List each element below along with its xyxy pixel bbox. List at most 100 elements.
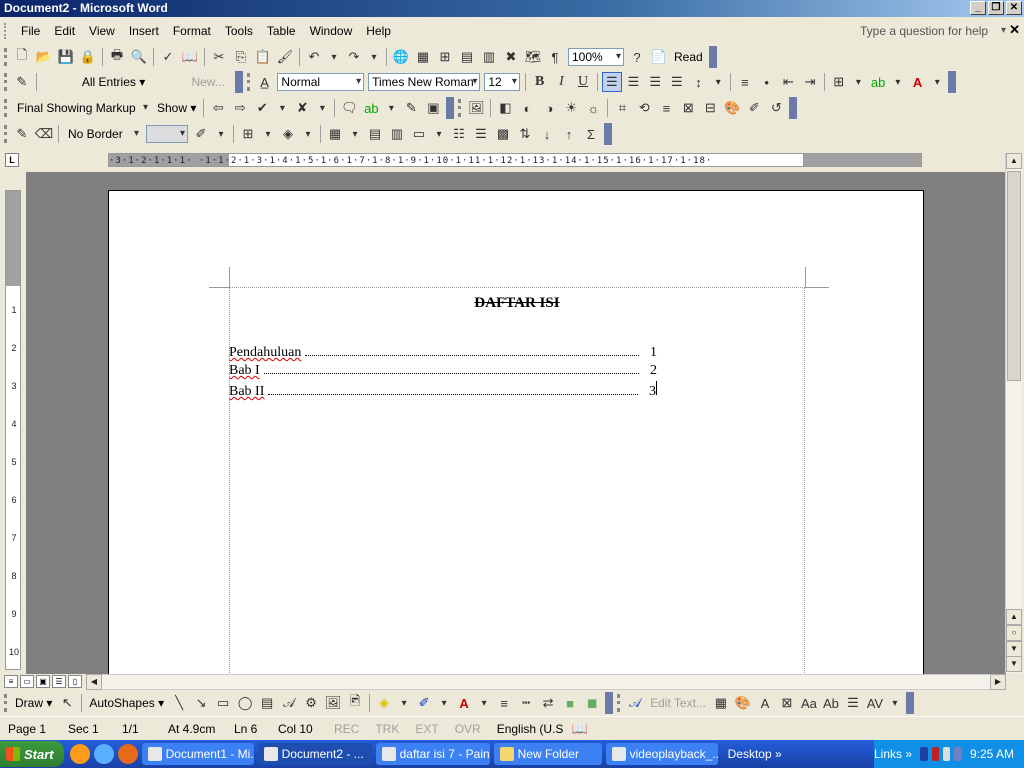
font-size-select[interactable]: 12: [484, 73, 520, 91]
font-color-icon[interactable]: A: [454, 693, 474, 713]
toc-entry[interactable]: Pendahuluan 1: [229, 345, 657, 363]
markup-select[interactable]: Final Showing Markup: [13, 99, 151, 117]
chevron-down-icon[interactable]: ▾: [476, 693, 492, 713]
previous-change-icon[interactable]: ⇦: [208, 98, 228, 118]
cut-icon[interactable]: ✂: [209, 47, 229, 67]
tray-app-icon[interactable]: [931, 747, 939, 761]
sort-ascending-icon[interactable]: ↓: [537, 124, 557, 144]
chevron-down-icon[interactable]: ▾: [887, 693, 903, 713]
chevron-down-icon[interactable]: ▾: [396, 693, 412, 713]
highlight-icon[interactable]: ab: [868, 72, 888, 92]
start-button[interactable]: Start: [0, 741, 64, 767]
menu-table[interactable]: Table: [260, 21, 303, 41]
chevron-down-icon[interactable]: ▾: [383, 98, 399, 118]
styles-formatting-icon[interactable]: A̲: [255, 72, 275, 92]
scroll-left-button[interactable]: ◀: [86, 674, 102, 690]
show-hide-icon[interactable]: ¶: [545, 47, 565, 67]
autotext-entries-button[interactable]: All Entries ▾: [40, 75, 188, 89]
align-right-icon[interactable]: ☰: [645, 72, 665, 92]
numbering-icon[interactable]: ≡: [735, 72, 755, 92]
brightness-down-icon[interactable]: ☼: [583, 98, 603, 118]
quicklaunch-ie-icon[interactable]: [93, 744, 114, 764]
restore-button[interactable]: ❐: [988, 1, 1004, 15]
research-icon[interactable]: 📖: [180, 47, 200, 67]
text-wrapping-icon[interactable]: ⊠: [777, 693, 797, 713]
tables-borders-icon[interactable]: ▦: [413, 47, 433, 67]
document-map-icon[interactable]: 🗺: [523, 47, 543, 67]
toolbar-options[interactable]: [789, 97, 798, 119]
merge-cells-icon[interactable]: ▤: [365, 124, 385, 144]
scroll-down-button[interactable]: ▼: [1006, 656, 1022, 672]
table-autoformat-icon[interactable]: ▩: [493, 124, 513, 144]
chevron-down-icon[interactable]: ▾: [260, 124, 276, 144]
outside-border-icon[interactable]: ⊞: [238, 124, 258, 144]
bullets-icon[interactable]: •: [757, 72, 777, 92]
chevron-down-icon[interactable]: ▾: [929, 72, 945, 92]
border-style-select[interactable]: No Border: [64, 125, 142, 143]
color-icon[interactable]: ◧: [495, 98, 515, 118]
line-style-icon[interactable]: ≡: [494, 693, 514, 713]
arrow-style-icon[interactable]: ⇄: [538, 693, 558, 713]
menu-file[interactable]: File: [14, 21, 47, 41]
tab-selector-button[interactable]: L: [5, 153, 19, 167]
document-heading[interactable]: DAFTAR ISI: [109, 295, 925, 312]
taskbar-task[interactable]: daftar isi 7 - Paint: [375, 743, 490, 765]
menu-format[interactable]: Format: [166, 21, 218, 41]
scroll-thumb[interactable]: [1007, 171, 1021, 381]
align-cell-icon[interactable]: ▭: [409, 124, 429, 144]
chevron-down-icon[interactable]: ▾: [366, 47, 382, 67]
toolbar-options[interactable]: [605, 692, 614, 714]
status-language[interactable]: English (U.S: [489, 722, 569, 736]
taskbar-task[interactable]: videoplayback_...: [605, 743, 718, 765]
chevron-down-icon[interactable]: ▾: [890, 72, 906, 92]
status-extend[interactable]: EXT: [407, 722, 446, 736]
rotate-icon[interactable]: ⟲: [634, 98, 654, 118]
text-box-icon[interactable]: ▤: [257, 693, 277, 713]
toolbar-options[interactable]: [905, 692, 914, 714]
text-direction-icon[interactable]: ⇅: [515, 124, 535, 144]
document-close-button[interactable]: ✕: [1009, 22, 1020, 38]
menu-tools[interactable]: Tools: [218, 21, 260, 41]
autotext-icon[interactable]: ✎: [12, 72, 32, 92]
draw-menu-button[interactable]: Draw ▾: [11, 696, 56, 710]
compress-icon[interactable]: ⊠: [678, 98, 698, 118]
shading-color-icon[interactable]: ◈: [278, 124, 298, 144]
diagram-icon[interactable]: ⚙: [301, 693, 321, 713]
vertical-text-icon[interactable]: Ab: [821, 693, 841, 713]
arrow-icon[interactable]: ↘: [191, 693, 211, 713]
zoom-select[interactable]: 100%: [568, 48, 624, 66]
chevron-down-icon[interactable]: ▾: [710, 72, 726, 92]
horizontal-ruler[interactable]: ·3·1·2·1·1·1· ·1·1·2·1·3·1·4·1·5·1·6·1·7…: [108, 153, 922, 167]
increase-indent-icon[interactable]: ⇥: [800, 72, 820, 92]
scroll-up-button[interactable]: ▲: [1006, 153, 1022, 169]
decrease-indent-icon[interactable]: ⇤: [779, 72, 799, 92]
quicklaunch-firefox-icon[interactable]: [117, 744, 138, 764]
track-changes-icon[interactable]: ✎: [401, 98, 421, 118]
taskbar-task[interactable]: Document1 - Mi...: [141, 743, 254, 765]
clock[interactable]: 9:25 AM: [964, 747, 1014, 761]
chevron-down-icon[interactable]: ▾: [851, 72, 867, 92]
scroll-right-button[interactable]: ▶: [990, 674, 1006, 690]
set-transparent-icon[interactable]: ✐: [744, 98, 764, 118]
status-overtype[interactable]: OVR: [447, 722, 489, 736]
border-color-icon[interactable]: ✐: [191, 124, 211, 144]
toc-entry[interactable]: Bab I 2: [229, 363, 657, 381]
permission-icon[interactable]: 🔒: [78, 47, 98, 67]
insert-comment-icon[interactable]: 🗨: [339, 98, 359, 118]
minimize-button[interactable]: _: [970, 1, 986, 15]
redo-icon[interactable]: ↷: [344, 47, 364, 67]
spelling-icon[interactable]: ✓: [158, 47, 178, 67]
open-folder-icon[interactable]: 📂: [34, 47, 54, 67]
format-picture-icon[interactable]: 🎨: [722, 98, 742, 118]
eraser-icon[interactable]: ⌫: [34, 124, 54, 144]
copy-icon[interactable]: ⎘: [231, 47, 251, 67]
character-spacing-icon[interactable]: AV: [865, 693, 885, 713]
save-icon[interactable]: 💾: [56, 47, 76, 67]
menu-edit[interactable]: Edit: [47, 21, 82, 41]
chevron-down-icon[interactable]: ▾: [314, 98, 330, 118]
close-button[interactable]: ✕: [1006, 1, 1022, 15]
accept-change-icon[interactable]: ✔: [252, 98, 272, 118]
autosum-icon[interactable]: Σ: [581, 124, 601, 144]
table-of-contents[interactable]: Pendahuluan 1 Bab I 2 Bab II 3: [229, 345, 657, 399]
help-icon[interactable]: ?: [627, 47, 647, 67]
